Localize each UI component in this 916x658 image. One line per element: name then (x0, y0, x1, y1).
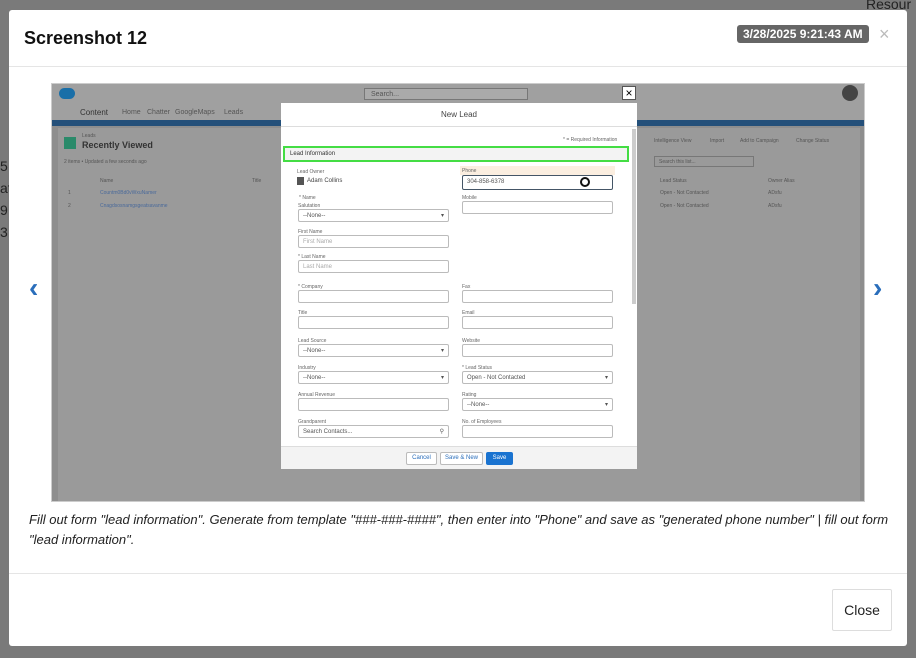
prev-arrow-icon[interactable]: ‹ (29, 272, 38, 304)
bg-text: 3 (0, 224, 8, 240)
lead-source-select[interactable]: --None-- ▾ (298, 344, 449, 357)
zoom-out-cursor-icon (580, 177, 590, 187)
chevron-down-icon: ▾ (440, 213, 444, 219)
changed-field-highlight (460, 166, 615, 175)
first-name-input[interactable]: First Name (298, 235, 449, 248)
save-and-new-button[interactable]: Save & New (440, 452, 483, 465)
lead-status: Open - Not Contacted (660, 203, 709, 209)
field-value: First Name (303, 239, 333, 245)
list-status: 2 items • Updated a few seconds ago (64, 159, 147, 165)
search-icon: ⚲ (439, 429, 444, 435)
column-header[interactable]: Name (100, 178, 113, 184)
list-view-title[interactable]: Recently Viewed (82, 140, 153, 150)
field-value: --None-- (467, 402, 490, 408)
modal-title: Screenshot 12 (24, 28, 148, 48)
import-button[interactable]: Import (710, 138, 724, 144)
modal-header: Screenshot 12 3/28/2025 9:21:43 AM × (9, 10, 907, 67)
row-number: 1 (68, 190, 71, 196)
field-value: Open - Not Contacted (467, 375, 526, 381)
add-to-campaign-button[interactable]: Add to Campaign (740, 138, 779, 144)
cancel-button[interactable]: Cancel (406, 452, 437, 465)
phone-label: Phone (462, 168, 477, 174)
industry-select[interactable]: --None-- ▾ (298, 371, 449, 384)
new-lead-dialog: New Lead * = Required Information Lead I… (281, 103, 637, 469)
intelligence-view-button[interactable]: Intelligence View (654, 138, 691, 144)
lead-link[interactable]: Countm0Bd0vWxuNamer (100, 190, 157, 196)
close-icon[interactable]: × (879, 24, 890, 45)
salesforce-logo (59, 88, 75, 99)
change-status-button[interactable]: Change Status (796, 138, 829, 144)
task-caption: Fill out form "lead information". Genera… (29, 512, 889, 547)
title-input[interactable] (298, 316, 449, 329)
tab-home[interactable]: Home (122, 109, 141, 116)
modal-footer-divider (9, 573, 907, 574)
phone-input[interactable]: 304-858-6378 (462, 175, 613, 190)
fax-input[interactable] (462, 290, 613, 303)
lead-status-select[interactable]: Open - Not Contacted ▾ (462, 371, 613, 384)
column-header[interactable]: Owner Alias (768, 178, 795, 184)
scrollbar[interactable] (632, 129, 636, 304)
dialog-close-icon[interactable]: × (622, 86, 636, 100)
grandparent-input[interactable]: Search Contacts... ⚲ (298, 425, 449, 438)
owner-alias: ADsfu (768, 190, 782, 196)
chevron-down-icon: ▾ (604, 375, 608, 381)
column-header[interactable]: Lead Status (660, 178, 687, 184)
mobile-input[interactable] (462, 201, 613, 214)
lead-status: Open - Not Contacted (660, 190, 709, 196)
timestamp-badge: 3/28/2025 9:21:43 AM (737, 25, 869, 43)
owner-alias: ADsfu (768, 203, 782, 209)
save-button[interactable]: Save (486, 452, 513, 465)
field-value: 304-858-6378 (467, 179, 505, 185)
lead-owner-value[interactable]: Adam Collins (307, 178, 342, 184)
screenshot-modal: Screenshot 12 3/28/2025 9:21:43 AM × ‹ ›… (9, 10, 907, 646)
avatar[interactable] (842, 85, 858, 101)
field-value: Search Contacts... (303, 429, 353, 435)
screenshot-image: Search... Content Home Chatter GoogleMap… (51, 83, 865, 502)
lead-owner-label: Lead Owner (297, 169, 325, 175)
tab-googlemaps[interactable]: GoogleMaps (175, 109, 215, 116)
leads-star-icon (64, 137, 76, 149)
field-value: --None-- (303, 375, 326, 381)
name-label: * Name (299, 195, 316, 201)
owner-avatar-icon (297, 177, 304, 185)
field-value: --None-- (303, 213, 326, 219)
field-value: Last Name (303, 264, 333, 270)
object-label: Leads (82, 133, 96, 139)
no-of-employees-input[interactable] (462, 425, 613, 438)
email-input[interactable] (462, 316, 613, 329)
annual-revenue-input[interactable] (298, 398, 449, 411)
search-list-input[interactable]: Search this list... (654, 156, 754, 167)
row-number: 2 (68, 203, 71, 209)
chevron-down-icon: ▾ (440, 375, 444, 381)
salutation-select[interactable]: --None-- ▾ (298, 209, 449, 222)
close-button[interactable]: Close (832, 589, 892, 631)
company-input[interactable] (298, 290, 449, 303)
tab-chatter[interactable]: Chatter (147, 109, 170, 116)
dialog-title: New Lead (281, 103, 637, 127)
bg-text: 5 (0, 158, 8, 174)
rating-select[interactable]: --None-- ▾ (462, 398, 613, 411)
column-header[interactable]: Title (252, 178, 261, 184)
global-search[interactable]: Search... (364, 88, 528, 100)
app-name: Content (80, 108, 109, 117)
website-input[interactable] (462, 344, 613, 357)
field-value: --None-- (303, 348, 326, 354)
tab-leads[interactable]: Leads (224, 109, 243, 116)
lead-link[interactable]: Cnagdsosnamgsgeatsavanme (100, 203, 168, 209)
chevron-down-icon: ▾ (440, 348, 444, 354)
lead-information-section[interactable]: Lead Information (283, 146, 629, 162)
required-note: * = Required Information (563, 137, 618, 143)
next-arrow-icon[interactable]: › (873, 272, 882, 304)
chevron-down-icon: ▾ (604, 402, 608, 408)
last-name-input[interactable]: Last Name (298, 260, 449, 273)
